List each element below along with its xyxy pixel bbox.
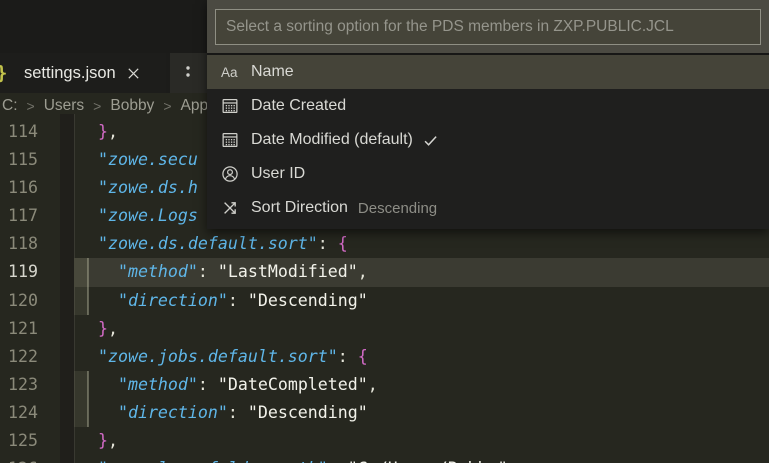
code-line[interactable]: 124 "direction": "Descending" xyxy=(0,398,769,428)
line-content: "zowe.Logs xyxy=(97,206,198,226)
line-content: "zowe.jobs.default.sort": { xyxy=(97,346,368,366)
quickpick-item-label: User ID xyxy=(251,165,306,182)
quickpick-input[interactable]: Select a sorting option for the PDS memb… xyxy=(215,9,761,45)
check-icon xyxy=(422,132,439,149)
quickpick-item-user-id[interactable]: User ID xyxy=(207,157,769,191)
code-line[interactable]: 122 "zowe.jobs.default.sort": { xyxy=(0,343,769,371)
line-number[interactable]: 126 xyxy=(0,455,38,463)
line-number[interactable]: 116 xyxy=(0,174,38,202)
line-content: "zowe.ds.h xyxy=(97,178,198,198)
breadcrumb-separator: > xyxy=(26,97,35,114)
line-number[interactable]: 118 xyxy=(0,230,38,258)
line-content: }, xyxy=(97,122,118,141)
calendar-icon xyxy=(221,97,243,115)
line-content: }, xyxy=(97,318,118,338)
breadcrumb-item[interactable]: C: xyxy=(2,97,18,115)
quickpick-item-description: Descending xyxy=(357,199,438,217)
line-number[interactable]: 122 xyxy=(0,343,38,371)
line-number[interactable]: 117 xyxy=(0,202,38,230)
vscode-window: } settings.json C:>Users>Bobby>AppData 1… xyxy=(0,0,769,463)
code-line[interactable]: 123 "method": "DateCompleted", xyxy=(0,370,769,399)
quickpick-item-name[interactable]: Aa Name xyxy=(207,55,769,89)
line-number[interactable]: 123 xyxy=(0,371,38,399)
quickpick-widget: Select a sorting option for the PDS memb… xyxy=(207,0,769,229)
arrow-swap-icon xyxy=(221,199,243,217)
line-number[interactable]: 125 xyxy=(0,427,38,455)
account-icon xyxy=(221,165,243,183)
quickpick-item-date-created[interactable]: Date Created xyxy=(207,89,769,123)
tab-settings-json[interactable]: } settings.json xyxy=(0,53,166,93)
code-line[interactable]: 126 "zowe.logs.folder.path": "C:/Users/B… xyxy=(0,455,769,463)
case-sensitive-icon: Aa xyxy=(221,64,238,80)
code-line[interactable]: 118 "zowe.ds.default.sort": { xyxy=(0,230,769,258)
line-content: "zowe.ds.default.sort": { xyxy=(97,234,348,254)
quickpick-header: Select a sorting option for the PDS memb… xyxy=(207,0,769,55)
line-content: "direction": "Descending" xyxy=(117,402,368,422)
line-content: "method": "DateCompleted", xyxy=(117,374,378,394)
quickpick-item-date-modified-default[interactable]: Date Modified (default) xyxy=(207,123,769,157)
quickpick-item-label: Name xyxy=(251,63,294,80)
quickpick-item-label: Sort Direction xyxy=(251,199,348,216)
quickpick-placeholder: Select a sorting option for the PDS memb… xyxy=(226,18,674,35)
vertical-dots-icon xyxy=(185,61,191,86)
line-number[interactable]: 120 xyxy=(0,287,38,315)
breadcrumb-item[interactable]: Bobby xyxy=(110,97,154,115)
json-file-icon: } xyxy=(0,62,16,84)
close-icon[interactable] xyxy=(126,66,141,81)
line-content: "direction": "Descending" xyxy=(117,290,368,310)
line-content: }, xyxy=(97,431,118,451)
calendar-icon xyxy=(221,131,243,149)
breadcrumb-item[interactable]: Users xyxy=(44,97,84,115)
quickpick-item-sort-direction[interactable]: Sort Direction Descending xyxy=(207,191,769,225)
line-number[interactable]: 114 xyxy=(0,118,38,146)
breadcrumb-separator: > xyxy=(93,97,102,114)
code-line[interactable]: 119 "method": "LastModified", xyxy=(0,258,769,287)
code-line[interactable]: 121 }, xyxy=(0,315,769,343)
quickpick-item-label: Date Created xyxy=(251,97,347,114)
quickpick-list: Aa Name Date Created Date Modified (default… xyxy=(207,55,769,229)
line-content: "zowe.logs.folder.path": "C:/Users/Bobby… xyxy=(78,455,508,463)
code-line[interactable]: 120 "direction": "Descending" xyxy=(0,286,769,315)
line-number[interactable]: 124 xyxy=(0,399,38,427)
breadcrumb-separator: > xyxy=(163,97,172,114)
line-number[interactable]: 119 xyxy=(0,258,38,286)
code-line[interactable]: 125 }, xyxy=(0,427,769,455)
line-number[interactable]: 121 xyxy=(0,315,38,343)
line-number[interactable]: 115 xyxy=(0,146,38,174)
quickpick-item-label: Date Modified (default) xyxy=(251,131,413,148)
tab-title: settings.json xyxy=(24,63,116,82)
line-content: "method": "LastModified", xyxy=(117,262,368,282)
line-content: "zowe.secu xyxy=(97,150,198,170)
